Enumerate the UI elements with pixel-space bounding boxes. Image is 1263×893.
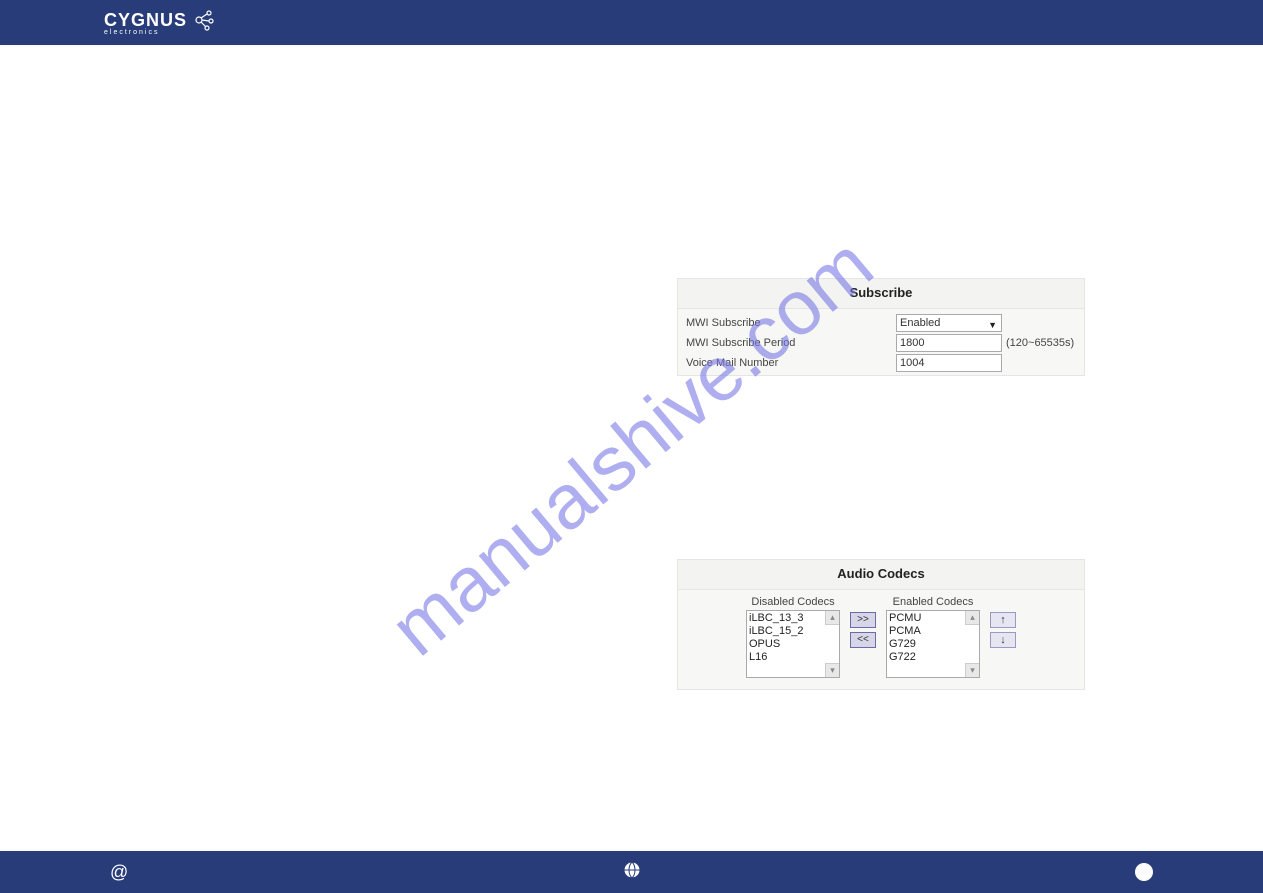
globe-icon <box>623 861 641 884</box>
audio-codecs-panel: Audio Codecs Disabled Codecs iLBC_13_3 i… <box>677 559 1085 690</box>
voicemail-input[interactable]: 1004 <box>896 354 1002 372</box>
mwi-subscribe-label: MWI Subscribe <box>686 317 896 329</box>
brand-name: CYGNUS <box>104 10 187 31</box>
disabled-codecs-list[interactable]: iLBC_13_3 iLBC_15_2 OPUS L16 ▴ ▾ <box>746 610 840 678</box>
page-header: CYGNUS electronics <box>0 0 1263 45</box>
email-icon: @ <box>110 862 128 883</box>
list-item[interactable]: G722 <box>889 651 977 664</box>
scroll-down-icon[interactable]: ▾ <box>825 663 839 677</box>
mwi-period-input[interactable]: 1800 <box>896 334 1002 352</box>
move-right-button[interactable]: >> <box>850 612 876 628</box>
mwi-period-hint: (120~65535s) <box>1006 337 1074 349</box>
move-left-button[interactable]: << <box>850 632 876 648</box>
scroll-up-icon[interactable]: ▴ <box>825 611 839 625</box>
brand-logo: CYGNUS electronics <box>104 7 217 38</box>
subscribe-title: Subscribe <box>678 279 1084 309</box>
scroll-up-icon[interactable]: ▴ <box>965 611 979 625</box>
circle-icon <box>1135 863 1153 881</box>
list-item[interactable]: OPUS <box>749 638 837 651</box>
mwi-period-label: MWI Subscribe Period <box>686 337 896 349</box>
page-footer: @ <box>0 851 1263 893</box>
list-item[interactable]: iLBC_15_2 <box>749 625 837 638</box>
scroll-down-icon[interactable]: ▾ <box>965 663 979 677</box>
move-up-button[interactable]: ↑ <box>990 612 1016 628</box>
disabled-codecs-title: Disabled Codecs <box>751 596 834 608</box>
enabled-codecs-list[interactable]: PCMU PCMA G729 G722 ▴ ▾ <box>886 610 980 678</box>
list-item[interactable]: iLBC_13_3 <box>749 612 837 625</box>
mwi-subscribe-select[interactable]: Enabled <box>896 314 1002 332</box>
list-item[interactable]: L16 <box>749 651 837 664</box>
subscribe-panel: Subscribe MWI Subscribe Enabled MWI Subs… <box>677 278 1085 376</box>
move-down-button[interactable]: ↓ <box>990 632 1016 648</box>
brand-network-icon <box>191 7 217 38</box>
voicemail-label: Voice Mail Number <box>686 357 896 369</box>
codecs-title: Audio Codecs <box>678 560 1084 590</box>
list-item[interactable]: PCMU <box>889 612 977 625</box>
enabled-codecs-title: Enabled Codecs <box>893 596 974 608</box>
list-item[interactable]: G729 <box>889 638 977 651</box>
list-item[interactable]: PCMA <box>889 625 977 638</box>
